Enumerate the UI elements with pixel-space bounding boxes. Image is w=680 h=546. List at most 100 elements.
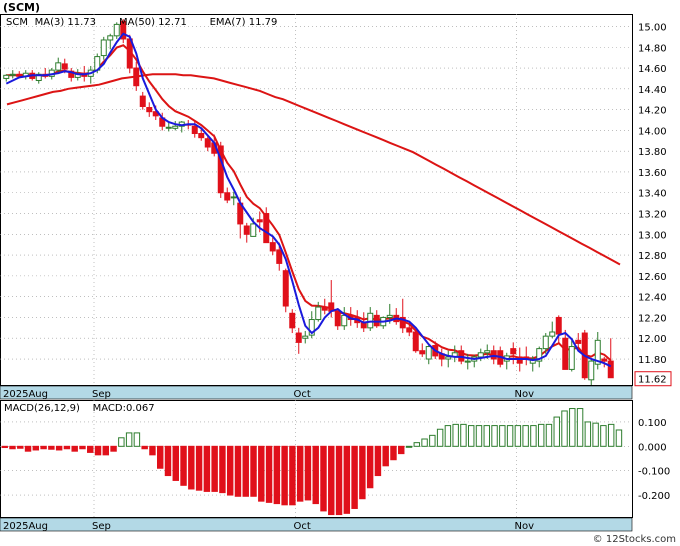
- legend-entry: MA(3) 11.73: [35, 17, 96, 28]
- macd-bar: [304, 445, 312, 501]
- macd-bar: [281, 445, 288, 506]
- date-label: 2025Aug: [3, 389, 48, 400]
- macd-bar: [296, 445, 304, 502]
- macd-bar: [17, 445, 24, 449]
- macd-bar: [234, 445, 242, 497]
- macd-bar: [203, 445, 211, 492]
- price-y-tick-label: 12.00: [638, 334, 667, 345]
- macd-bar: [1, 445, 8, 449]
- macd-bar: [118, 437, 125, 447]
- macd-bar: [250, 445, 257, 497]
- macd-y-tick-label: 0.100: [638, 418, 667, 429]
- legend-entry: MA(50) 12.71: [119, 17, 187, 28]
- price-y-tick-label: 13.40: [638, 189, 667, 200]
- macd-y-ticks: 0.100 0.000 -0.100 -0.200: [638, 418, 670, 502]
- candle-body: [568, 346, 575, 370]
- candle-body: [490, 350, 497, 360]
- candle-body: [3, 74, 10, 79]
- last-price-label: 11.62: [638, 375, 667, 386]
- candle-body: [146, 107, 153, 113]
- macd-bar: [87, 445, 94, 453]
- macd-bar: [553, 416, 560, 447]
- price-panel: 15.00 14.80 14.60 14.40 14.20 14.00 13.80 13.60…: [0, 1, 672, 387]
- macd-bar: [390, 445, 397, 461]
- macd-bar: [32, 445, 40, 451]
- price-y-tick-label: 15.00: [638, 22, 667, 33]
- price-y-tick-label: 13.20: [638, 210, 667, 221]
- macd-bar: [211, 445, 218, 492]
- candle-body: [419, 350, 426, 355]
- price-y-tick-label: 13.60: [638, 168, 667, 179]
- price-y-tick-label: 14.40: [638, 85, 667, 96]
- macd-bar: [195, 445, 203, 491]
- macd-bar: [335, 445, 343, 516]
- candle-body: [341, 314, 348, 327]
- macd-bar: [398, 445, 405, 455]
- macd-bar: [40, 445, 47, 450]
- macd-bar: [133, 432, 141, 447]
- last-price-badge: 11.62: [634, 371, 672, 387]
- candle-body: [386, 314, 393, 318]
- macd-bar: [219, 445, 226, 494]
- macd-bar: [483, 425, 490, 447]
- macd-bar: [576, 408, 584, 447]
- price-y-tick-label: 14.20: [638, 106, 667, 117]
- macd-bar: [141, 445, 148, 450]
- candle-body: [61, 63, 68, 70]
- macd-bar: [188, 445, 195, 490]
- macd-bar: [374, 445, 382, 477]
- macd-bar: [545, 423, 553, 447]
- macd-bar: [328, 445, 335, 516]
- macd-bar: [499, 425, 506, 447]
- macd-bar: [102, 445, 110, 456]
- macd-date-label: Nov: [515, 521, 535, 532]
- candle-body: [224, 192, 231, 201]
- candle-body: [198, 133, 205, 139]
- candle-body: [445, 356, 452, 360]
- macd-bar: [71, 445, 78, 452]
- candle-body: [412, 331, 419, 352]
- candle-body: [575, 339, 582, 344]
- macd-bar: [607, 423, 615, 447]
- macd-bar: [320, 445, 327, 512]
- candle-body: [302, 335, 309, 339]
- candle-body: [464, 360, 471, 363]
- macd-bar: [537, 423, 545, 447]
- macd-date-band: 2025Aug Sep Oct Nov: [0, 517, 633, 532]
- candle-body: [477, 352, 484, 358]
- price-y-ticks: 15.00 14.80 14.60 14.40 14.20 14.00 13.80 13.60…: [638, 22, 667, 366]
- candle-body: [133, 67, 140, 87]
- macd-bar: [226, 445, 234, 496]
- candle-body: [484, 350, 491, 354]
- macd-bar: [242, 445, 249, 497]
- macd-bar: [265, 445, 273, 503]
- macd-bar: [149, 445, 156, 456]
- candle-body: [549, 331, 556, 337]
- macd-bar: [592, 422, 599, 447]
- candle-body: [165, 126, 172, 129]
- macd-date-label: Sep: [92, 521, 111, 532]
- macd-bar: [452, 423, 459, 447]
- macd-bar: [157, 445, 164, 469]
- candle-body: [373, 314, 380, 327]
- price-y-tick-label: 14.00: [638, 126, 667, 137]
- candle-body: [269, 242, 276, 252]
- price-y-tick-label: 12.80: [638, 251, 667, 262]
- candle-body: [250, 223, 257, 237]
- price-date-band: 2025Aug Sep Oct Nov: [0, 385, 633, 400]
- macd-bar: [289, 445, 296, 506]
- date-label: Oct: [294, 389, 311, 400]
- candle-body: [172, 125, 179, 129]
- macd-bar: [475, 425, 483, 447]
- macd-bar: [63, 445, 71, 450]
- macd-bar: [561, 410, 568, 447]
- macd-bar: [125, 432, 133, 447]
- macd-bar: [351, 445, 358, 509]
- candle-body: [243, 225, 250, 235]
- candle-body: [256, 219, 263, 223]
- macd-bar: [569, 408, 576, 447]
- price-y-tick-label: 13.80: [638, 147, 667, 158]
- macd-bar: [444, 425, 452, 447]
- candle-body: [16, 73, 23, 77]
- candle-body: [516, 356, 523, 364]
